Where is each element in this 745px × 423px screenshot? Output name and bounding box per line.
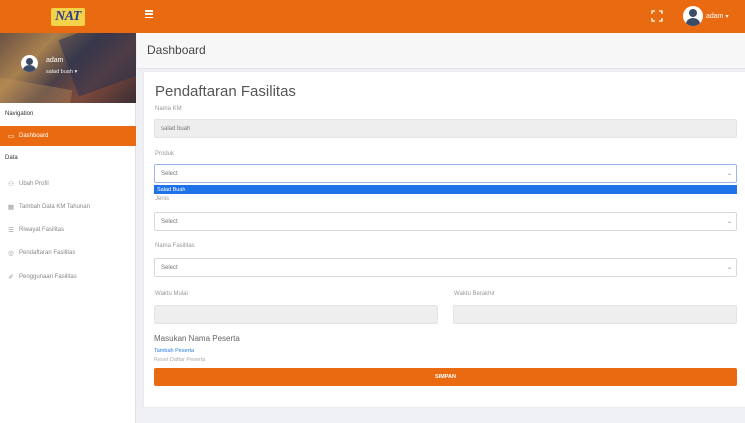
sidebar-item-tambah-data-km[interactable]: ▦ Tambah Data KM Tahunan	[0, 197, 136, 217]
brand-logo: NAT	[51, 7, 85, 26]
sidebar-item-pendaftaran-fasilitas[interactable]: ◎ Pendaftaran Fasilitas	[0, 243, 136, 263]
waktu-berakhir-label: Waktu Berakhir	[454, 291, 495, 297]
registration-form-card: Pendaftaran Fasilitas Nama KM salad buah…	[144, 72, 745, 407]
save-button[interactable]: SIMPAN	[154, 368, 737, 386]
user-avatar-icon	[683, 6, 703, 26]
user-name: adam	[706, 12, 724, 20]
produk-label: Produk	[155, 151, 175, 157]
sidebar-item-label: Riwayat Fasilitas	[19, 227, 65, 233]
top-navbar: NAT adam ▾	[0, 0, 745, 33]
data-section-label: Data	[5, 155, 18, 161]
jenis-select-value: Select	[161, 218, 178, 225]
produk-select[interactable]: Select ⌄	[154, 164, 737, 183]
sidebar-item-label: Ubah Profil	[19, 181, 49, 187]
produk-select-value: Select	[161, 170, 178, 177]
sidebar-item-label: Tambah Data KM Tahunan	[19, 204, 90, 210]
sidebar-item-dashboard[interactable]: ▭ Dashboard	[0, 126, 136, 146]
sidebar-profile: adam salad buah ▾	[0, 33, 136, 103]
sidebar-item-ubah-profil[interactable]: ⚇ Ubah Profil	[0, 174, 136, 194]
profile-avatar-icon	[21, 55, 38, 72]
waktu-berakhir-input[interactable]	[453, 305, 737, 324]
sidebar-item-label: Pendaftaran Fasilitas	[19, 250, 76, 256]
profile-name: adam	[46, 57, 64, 64]
navigation-section-label: Navigation	[5, 111, 34, 117]
brand[interactable]: NAT	[0, 0, 136, 33]
page-title: Dashboard	[147, 43, 206, 57]
chevron-down-icon: ⌄	[726, 171, 732, 177]
produk-option-salad-buah[interactable]: Salad Buah	[154, 185, 737, 194]
nama-fasilitas-select[interactable]: Select ⌄	[154, 258, 737, 277]
page-header: Dashboard	[137, 33, 745, 69]
waktu-mulai-input[interactable]	[154, 305, 438, 324]
sidebar-item-label: Penggunaan Fasilitas	[19, 274, 77, 280]
user-icon: ⚇	[8, 181, 14, 188]
add-peserta-link[interactable]: Tambah Peserta	[154, 348, 194, 354]
sidebar-item-label: Dashboard	[19, 133, 49, 139]
user-menu[interactable]: adam ▾	[683, 6, 729, 26]
jenis-label: Jenis	[155, 196, 170, 202]
list-icon: ☰	[8, 227, 14, 234]
register-icon: ◎	[8, 250, 14, 257]
chevron-down-icon: ⌄	[726, 265, 732, 271]
sidebar-item-penggunaan-fasilitas[interactable]: ✐ Penggunaan Fasilitas	[0, 267, 136, 287]
table-icon: ▦	[7, 204, 15, 211]
jenis-select[interactable]: Select ⌄	[154, 212, 737, 231]
nama-km-label: Nama KM	[155, 106, 182, 112]
sidebar: adam salad buah ▾ Navigation ▭ Dashboard…	[0, 33, 136, 423]
sidebar-item-riwayat-fasilitas[interactable]: ☰ Riwayat Fasilitas	[0, 220, 136, 240]
hamburger-icon[interactable]	[145, 10, 153, 18]
profile-subtitle[interactable]: salad buah ▾	[46, 69, 77, 75]
reset-peserta-link[interactable]: Reset Daftar Peserta	[154, 357, 205, 363]
chevron-down-icon: ⌄	[726, 219, 732, 225]
nama-fasilitas-label: Nama Fasilitas	[155, 243, 195, 249]
peserta-section-title: Masukan Nama Peserta	[154, 334, 240, 343]
nama-km-field: salad buah	[154, 119, 737, 138]
nama-fasilitas-select-value: Select	[161, 264, 178, 271]
form-title: Pendaftaran Fasilitas	[155, 83, 296, 100]
edit-icon: ✐	[8, 274, 14, 281]
monitor-icon: ▭	[7, 133, 15, 140]
fullscreen-icon[interactable]	[650, 9, 664, 23]
waktu-mulai-label: Waktu Mulai	[155, 291, 188, 297]
chevron-down-icon: ▾	[725, 13, 729, 20]
